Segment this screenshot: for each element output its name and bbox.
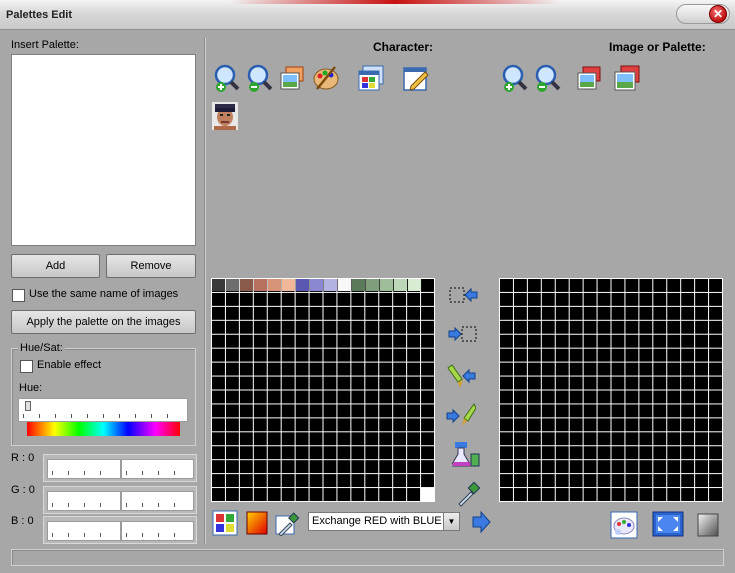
paint-copy-left-icon[interactable]	[446, 362, 476, 392]
same-name-label: Use the same name of images	[29, 288, 179, 300]
paint-copy-right-icon[interactable]	[446, 400, 476, 430]
palette-icon[interactable]	[311, 63, 341, 93]
add-button[interactable]: Add	[11, 254, 100, 278]
palette-swatch[interactable]	[338, 279, 351, 291]
enable-effect-label: Enable effect	[37, 359, 102, 371]
apply-palette-button[interactable]: Apply the palette on the images	[11, 310, 196, 334]
title-bar: Palettes Edit ✕	[0, 0, 735, 30]
select-copy-left-icon[interactable]	[448, 283, 478, 313]
palette-swatch[interactable]	[296, 279, 309, 291]
image-open-icon[interactable]	[574, 63, 604, 93]
palette-swatch[interactable]	[352, 279, 365, 291]
panel-divider	[204, 38, 206, 544]
palette-swatch[interactable]	[380, 279, 393, 291]
palette-swatch[interactable]	[310, 279, 323, 291]
gray-gradient-icon[interactable]	[696, 512, 720, 538]
b-slider[interactable]	[43, 516, 197, 544]
title-glow	[230, 0, 560, 4]
image-grid-cells	[499, 278, 723, 502]
open-image-icon[interactable]	[277, 63, 307, 93]
r-label: R : 0	[11, 452, 35, 464]
palette-swatch[interactable]	[394, 279, 407, 291]
chevron-down-icon[interactable]: ▼	[443, 513, 459, 530]
character-swatch-row	[212, 279, 422, 291]
palette-swatch[interactable]	[240, 279, 253, 291]
palette-list[interactable]	[11, 54, 196, 246]
palette-swatch[interactable]	[282, 279, 295, 291]
zoom-out-icon[interactable]	[245, 63, 275, 93]
status-bar	[11, 549, 724, 566]
character-palette-grid[interactable]	[211, 278, 435, 502]
image-palette-heading: Image or Palette:	[609, 40, 706, 54]
character-grid-cells	[211, 278, 435, 502]
hue-sat-label: Hue/Sat:	[18, 342, 65, 354]
window-title: Palettes Edit	[6, 9, 73, 21]
palette-swatch[interactable]	[212, 279, 225, 291]
palette-preview-icon[interactable]	[609, 510, 639, 540]
insert-palette-label: Insert Palette:	[11, 39, 79, 51]
same-name-checkbox[interactable]	[12, 289, 25, 302]
hue-spectrum	[27, 422, 180, 436]
palette-swatch[interactable]	[408, 279, 421, 291]
color-grid-icon[interactable]	[212, 510, 238, 536]
hue-slider[interactable]	[18, 398, 188, 422]
edit-icon[interactable]	[401, 63, 431, 93]
b-label: B : 0	[11, 515, 34, 527]
zoom-in-icon[interactable]	[212, 63, 242, 93]
palette-swatch[interactable]	[268, 279, 281, 291]
fullscreen-icon[interactable]	[652, 510, 684, 540]
enable-effect-checkbox[interactable]	[20, 360, 33, 373]
close-button[interactable]: ✕	[709, 5, 727, 23]
image-zoom-in-icon[interactable]	[500, 63, 530, 93]
character-portrait-icon[interactable]	[212, 102, 238, 130]
exchange-select-value: Exchange RED with BLUE	[312, 515, 442, 527]
palette-swatch[interactable]	[254, 279, 267, 291]
remove-button[interactable]: Remove	[106, 254, 196, 278]
eyedropper-icon[interactable]	[453, 478, 483, 508]
r-slider[interactable]	[43, 454, 197, 482]
hue-thumb[interactable]	[25, 401, 31, 411]
gradient-icon[interactable]	[245, 510, 269, 536]
image-zoom-out-icon[interactable]	[533, 63, 563, 93]
palette-swatch[interactable]	[324, 279, 337, 291]
image-palette-grid[interactable]	[499, 278, 723, 502]
g-slider[interactable]	[43, 486, 197, 514]
palette-swatch[interactable]	[226, 279, 239, 291]
apply-arrow-icon[interactable]	[470, 510, 492, 534]
palette-swatch[interactable]	[366, 279, 379, 291]
hue-ticks	[23, 414, 183, 418]
save-icon[interactable]	[612, 63, 642, 93]
hue-label: Hue:	[19, 382, 43, 394]
select-copy-right-icon[interactable]	[448, 320, 478, 350]
exchange-select[interactable]: Exchange RED with BLUE ▼	[308, 512, 460, 531]
flask-icon[interactable]	[452, 440, 482, 470]
g-label: G : 0	[11, 484, 35, 496]
selected-cell[interactable]	[421, 488, 434, 501]
window-grid-icon[interactable]	[356, 63, 386, 93]
character-heading: Character:	[373, 40, 434, 54]
color-picker-icon[interactable]	[275, 510, 301, 536]
